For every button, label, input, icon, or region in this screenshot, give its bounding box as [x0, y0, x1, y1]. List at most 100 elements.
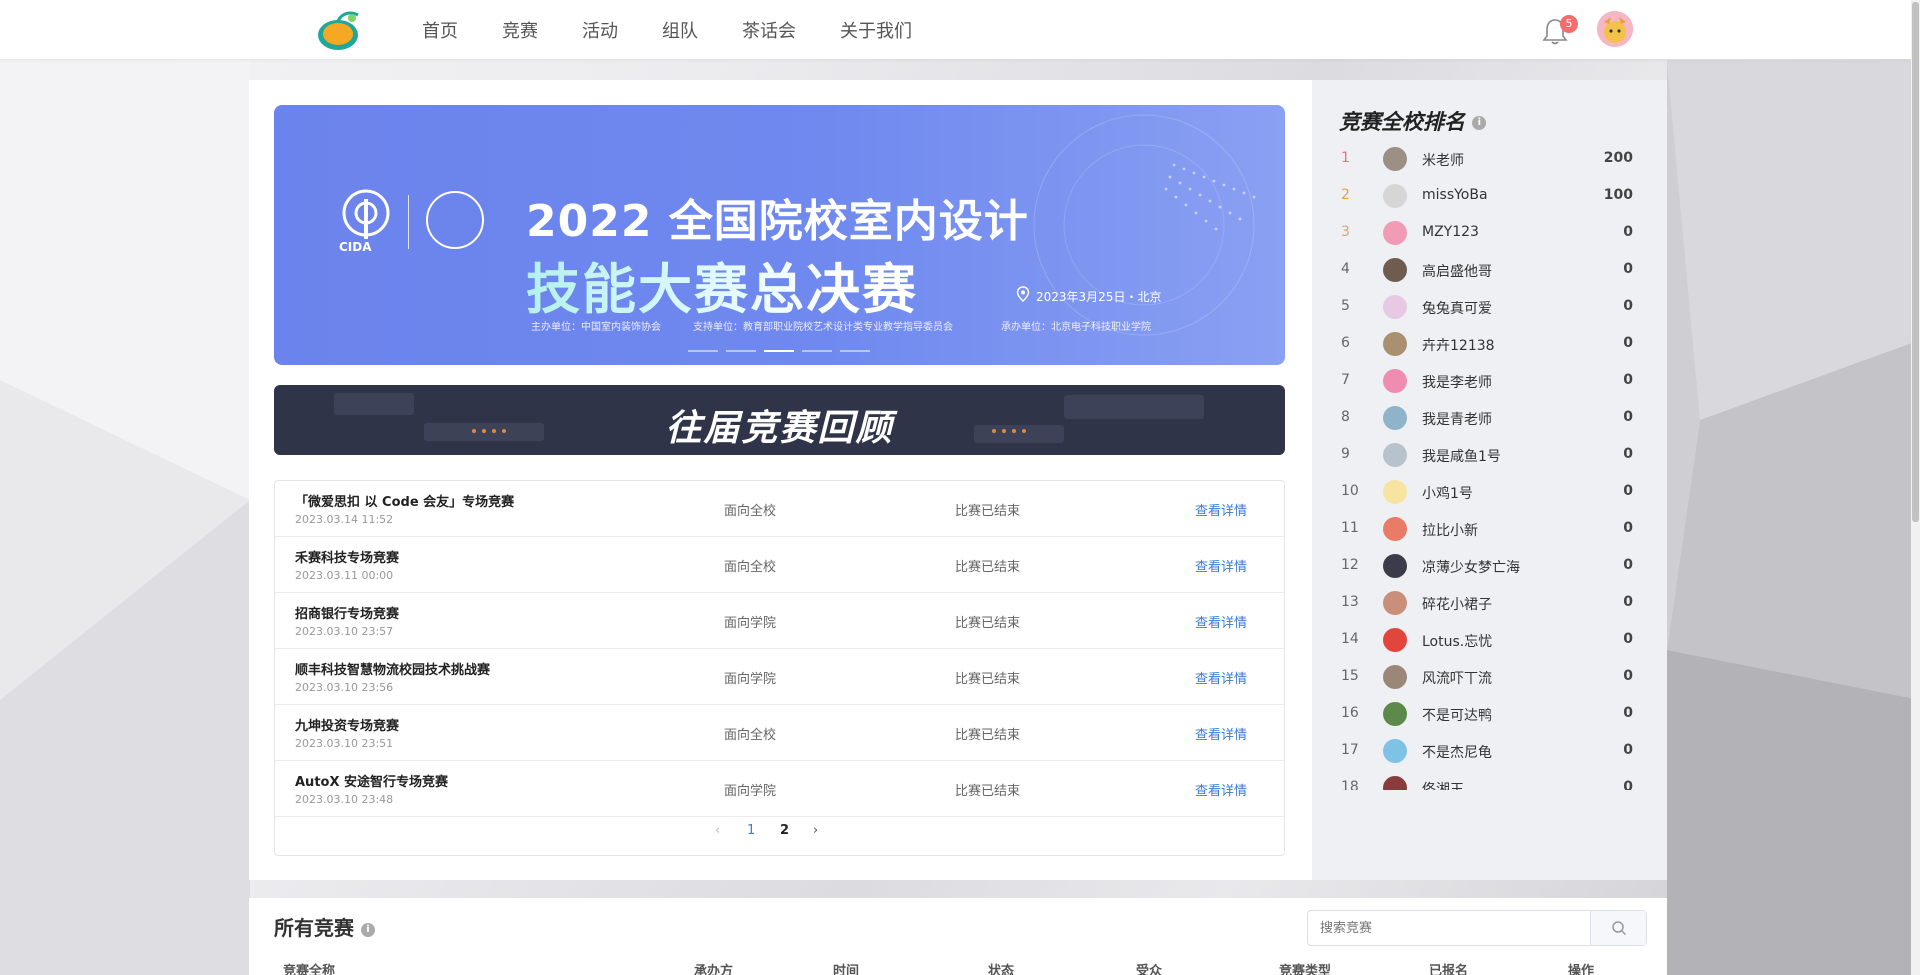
carousel-dot[interactable] [688, 350, 718, 352]
competition-name[interactable]: 「微爱思扣 以 Code 会友」专场竞赛 [295, 491, 514, 510]
ranking-row[interactable]: 16 不是可达鸭 0 [1312, 695, 1667, 732]
carousel-dot[interactable] [802, 350, 832, 352]
ranking-row[interactable]: 4 高启盛他哥 0 [1312, 251, 1667, 288]
avatar[interactable] [1383, 443, 1407, 467]
view-details-link[interactable]: 查看详情 [1195, 668, 1247, 687]
column-header[interactable]: 操作 [1568, 960, 1594, 975]
nav-about[interactable]: 关于我们 [840, 17, 912, 43]
avatar[interactable] [1383, 480, 1407, 504]
page-1-button[interactable]: 1 [747, 823, 755, 838]
site-logo[interactable] [316, 9, 364, 51]
avatar[interactable] [1383, 591, 1407, 615]
ranking-row[interactable]: 11 拉比小新 0 [1312, 510, 1667, 547]
avatar[interactable] [1383, 628, 1407, 652]
rank-user-name[interactable]: 高启盛他哥 [1422, 261, 1492, 281]
rank-user-name[interactable]: 不是可达鸭 [1422, 705, 1492, 725]
ranking-row[interactable]: 14 Lotus.忘忧 0 [1312, 621, 1667, 658]
competition-name[interactable]: 顺丰科技智慧物流校园技术挑战赛 [295, 659, 490, 678]
user-avatar[interactable] [1597, 11, 1633, 47]
past-competitions-review-banner[interactable]: 往届竞赛回顾 [274, 385, 1285, 455]
carousel-dot[interactable] [726, 350, 756, 352]
rank-user-name[interactable]: Lotus.忘忧 [1422, 631, 1492, 651]
rank-user-name[interactable]: 我是青老师 [1422, 409, 1492, 429]
avatar[interactable] [1383, 258, 1407, 282]
rank-user-name[interactable]: 拉比小新 [1422, 520, 1478, 540]
next-page-button[interactable]: › [813, 823, 818, 838]
rank-user-name[interactable]: MZY123 [1422, 224, 1479, 240]
view-details-link[interactable]: 查看详情 [1195, 780, 1247, 799]
view-details-link[interactable]: 查看详情 [1195, 724, 1247, 743]
rank-user-name[interactable]: 米老师 [1422, 150, 1464, 170]
rank-user-name[interactable]: 小鸡1号 [1422, 483, 1473, 503]
rank-score: 0 [1623, 224, 1633, 240]
ranking-row[interactable]: 6 卉卉12138 0 [1312, 325, 1667, 362]
ranking-row[interactable]: 18 佟湘玉 0 [1312, 769, 1667, 790]
rank-user-name[interactable]: missYoBa [1422, 187, 1488, 203]
nav-teams[interactable]: 组队 [662, 17, 698, 43]
ranking-row[interactable]: 10 小鸡1号 0 [1312, 473, 1667, 510]
avatar[interactable] [1383, 369, 1407, 393]
banner-carousel[interactable]: CIDA 2022 全国院校室内设计 技能大赛总决赛 2023年3月25日・北京… [274, 105, 1285, 365]
column-header[interactable]: 竞赛类型 [1279, 960, 1331, 975]
avatar[interactable] [1383, 776, 1407, 790]
page-scrollbar[interactable] [1911, 0, 1920, 975]
ranking-row[interactable]: 2 missYoBa 100 [1312, 177, 1667, 214]
column-header[interactable]: 时间 [833, 960, 859, 975]
rank-user-name[interactable]: 兔兔真可爱 [1422, 298, 1492, 318]
competition-name[interactable]: 九坤投资专场竞赛 [295, 715, 399, 734]
info-icon[interactable]: i [1472, 116, 1487, 130]
ranking-row[interactable]: 13 碎花小裙子 0 [1312, 584, 1667, 621]
ranking-row[interactable]: 3 MZY123 0 [1312, 214, 1667, 251]
avatar[interactable] [1383, 184, 1407, 208]
avatar[interactable] [1383, 332, 1407, 356]
competition-name[interactable]: AutoX 安途智行专场竞赛 [295, 771, 448, 790]
competition-name[interactable]: 招商银行专场竞赛 [295, 603, 399, 622]
ranking-row[interactable]: 15 风流吓丅流 0 [1312, 658, 1667, 695]
ranking-row[interactable]: 12 凉薄少女梦亡海 0 [1312, 547, 1667, 584]
prev-page-button[interactable]: ‹ [715, 823, 720, 838]
avatar[interactable] [1383, 702, 1407, 726]
avatar[interactable] [1383, 554, 1407, 578]
nav-home[interactable]: 首页 [422, 17, 458, 43]
avatar[interactable] [1383, 739, 1407, 763]
ranking-row[interactable]: 8 我是青老师 0 [1312, 399, 1667, 436]
competition-name[interactable]: 禾赛科技专场竞赛 [295, 547, 399, 566]
avatar[interactable] [1383, 517, 1407, 541]
column-header[interactable]: 已报名 [1429, 960, 1468, 975]
search-input[interactable] [1308, 911, 1590, 945]
nav-competitions[interactable]: 竞赛 [502, 17, 538, 43]
nav-tea-party[interactable]: 茶话会 [742, 17, 796, 43]
column-header[interactable]: 承办方 [694, 960, 733, 975]
carousel-dot-active[interactable] [764, 350, 794, 352]
rank-user-name[interactable]: 不是杰尼龟 [1422, 742, 1492, 762]
search-button[interactable] [1590, 911, 1646, 945]
rank-user-name[interactable]: 风流吓丅流 [1422, 668, 1492, 688]
column-header[interactable]: 状态 [988, 960, 1014, 975]
rank-user-name[interactable]: 卉卉12138 [1422, 335, 1495, 355]
avatar[interactable] [1383, 147, 1407, 171]
view-details-link[interactable]: 查看详情 [1195, 556, 1247, 575]
rank-user-name[interactable]: 凉薄少女梦亡海 [1422, 557, 1520, 577]
rank-user-name[interactable]: 佟湘玉 [1422, 779, 1464, 790]
nav-activities[interactable]: 活动 [582, 17, 618, 43]
view-details-link[interactable]: 查看详情 [1195, 612, 1247, 631]
info-icon[interactable]: i [360, 922, 375, 937]
avatar[interactable] [1383, 295, 1407, 319]
page-scrollbar-thumb[interactable] [1912, 2, 1919, 522]
view-details-link[interactable]: 查看详情 [1195, 500, 1247, 519]
carousel-dot[interactable] [840, 350, 870, 352]
column-header[interactable]: 竞赛全称 [283, 960, 335, 975]
rank-user-name[interactable]: 我是李老师 [1422, 372, 1492, 392]
ranking-row[interactable]: 1 米老师 200 [1312, 140, 1667, 177]
avatar[interactable] [1383, 406, 1407, 430]
rank-user-name[interactable]: 我是咸鱼1号 [1422, 446, 1501, 466]
ranking-row[interactable]: 5 兔兔真可爱 0 [1312, 288, 1667, 325]
rank-user-name[interactable]: 碎花小裙子 [1422, 594, 1492, 614]
column-header[interactable]: 受众 [1136, 960, 1162, 975]
page-2-button[interactable]: 2 [780, 823, 789, 838]
ranking-row[interactable]: 9 我是咸鱼1号 0 [1312, 436, 1667, 473]
ranking-row[interactable]: 17 不是杰尼龟 0 [1312, 732, 1667, 769]
avatar[interactable] [1383, 665, 1407, 689]
avatar[interactable] [1383, 221, 1407, 245]
ranking-row[interactable]: 7 我是李老师 0 [1312, 362, 1667, 399]
